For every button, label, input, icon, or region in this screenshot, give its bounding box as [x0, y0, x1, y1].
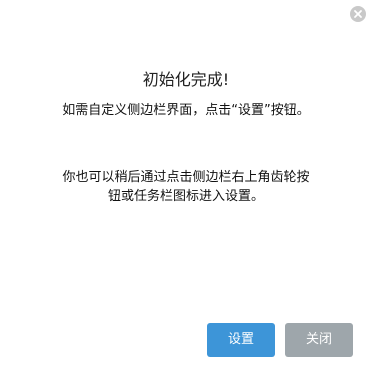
setup-complete-dialog: 初始化完成! 如需自定义侧边栏界面，点击“设置”按钮。 你也可以稍后通过点击侧边…: [0, 0, 372, 376]
hint-text: 你也可以稍后通过点击侧边栏右上角齿轮按钮或任务栏图标进入设置。: [62, 170, 310, 204]
settings-button[interactable]: 设置: [207, 323, 275, 357]
close-icon: [354, 10, 362, 18]
instruction-text: 如需自定义侧边栏界面，点击“设置”按钮。: [62, 103, 310, 118]
dialog-title: 初始化完成!: [142, 70, 230, 89]
close-button[interactable]: 关闭: [285, 323, 353, 357]
dialog-close-button[interactable]: [350, 6, 366, 22]
